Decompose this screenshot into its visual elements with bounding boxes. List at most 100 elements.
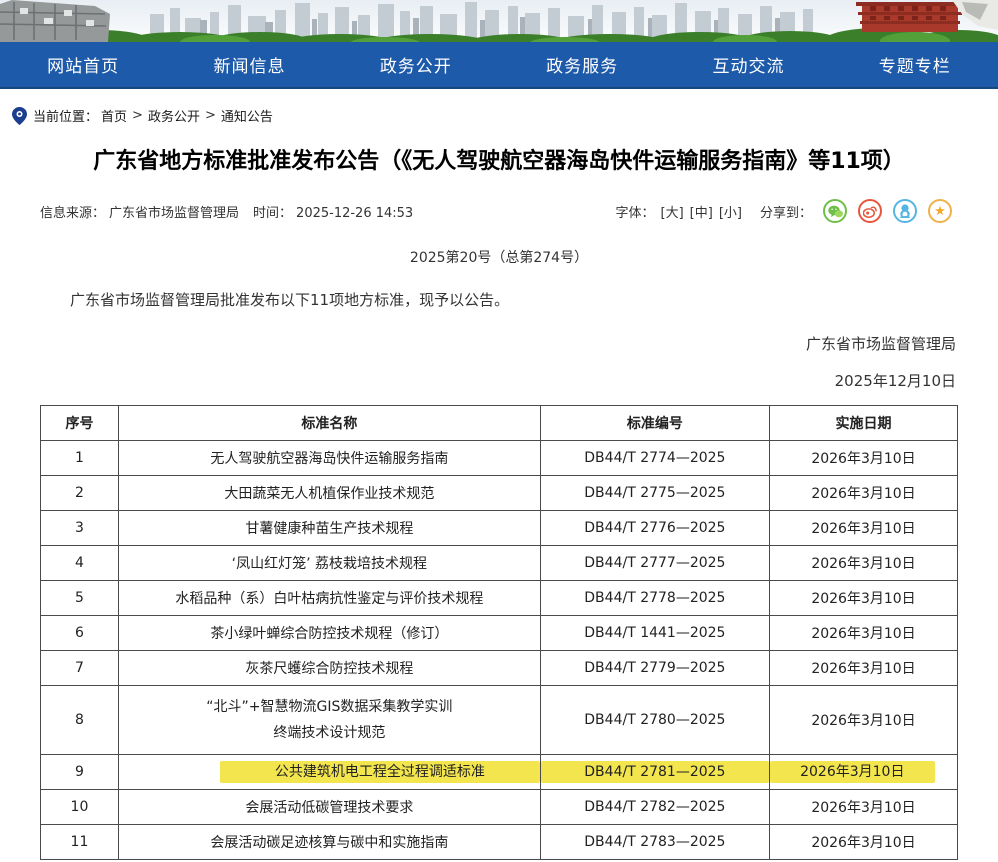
document-number: 2025第20号（总第274号） <box>40 247 958 267</box>
breadcrumb: 当前位置： 首页 > 政务公开 > 通知公告 <box>0 89 998 131</box>
table-row: 2 大田蔬菜无人机植保作业技术规范 DB44/T 2775—2025 2026年… <box>41 476 958 511</box>
nav-item-interaction[interactable]: 互动交流 <box>665 52 831 77</box>
cell-name: 水稻品种（系）白叶枯病抗性鉴定与评价技术规程 <box>118 581 540 616</box>
nav-item-special-topics[interactable]: 专题专栏 <box>832 52 998 77</box>
cell-name-line1: “北斗”+智慧物流GIS数据采集教学实训 <box>123 694 536 720</box>
cell-name: 茶小绿叶蝉综合防控技术规程（修订） <box>118 616 540 651</box>
wechat-glyph <box>828 205 843 218</box>
highlight-band: DB44/T 2781—2025 <box>541 761 769 783</box>
cell-code: DB44/T 2783—2025 <box>540 825 769 860</box>
cell-name: ‘凤山红灯笼’ 荔枝栽培技术规程 <box>118 546 540 581</box>
cell-date: 2026年3月10日 <box>770 546 958 581</box>
article: 广东省地方标准批准发布公告（《无人驾驶航空器海岛快件运输服务指南》等11项） 信… <box>0 147 998 862</box>
cell-date: 2026年3月10日 <box>770 581 958 616</box>
signature-date: 2025年12月10日 <box>40 370 958 391</box>
cell-name: 大田蔬菜无人机植保作业技术规范 <box>118 476 540 511</box>
cell-date: 2026年3月10日 <box>770 616 958 651</box>
font-size-large-button[interactable]: [大] <box>661 202 684 221</box>
cell-code: DB44/T 2776—2025 <box>540 511 769 546</box>
cell-date: 2026年3月10日 <box>770 790 958 825</box>
cell-no: 2 <box>41 476 119 511</box>
time-label: 时间： <box>253 206 292 221</box>
table-row: 4 ‘凤山红灯笼’ 荔枝栽培技术规程 DB44/T 2777—2025 2026… <box>41 546 958 581</box>
font-share-controls: 字体： [大] [中] [小] 分享到： <box>616 199 959 223</box>
cell-code: DB44/T 2782—2025 <box>540 790 769 825</box>
col-header-date: 实施日期 <box>770 406 958 441</box>
breadcrumb-label: 当前位置： <box>33 106 98 125</box>
signature-agency: 广东省市场监督管理局 <box>40 333 958 354</box>
cell-date: 2026年3月10日 <box>770 441 958 476</box>
qq-share-icon[interactable] <box>893 199 917 223</box>
highlight-band: 公共建筑机电工程全过程调适标准 <box>220 761 540 783</box>
city-skyline-graphic <box>0 0 998 42</box>
cell-code: DB44/T 2775—2025 <box>540 476 769 511</box>
cell-date: 2026年3月10日 <box>770 476 958 511</box>
table-row: 7 灰茶尺蠖综合防控技术规程 DB44/T 2779—2025 2026年3月1… <box>41 651 958 686</box>
cell-code: DB44/T 2774—2025 <box>540 441 769 476</box>
source-label: 信息来源： <box>40 206 105 221</box>
cell-name: 无人驾驶航空器海岛快件运输服务指南 <box>118 441 540 476</box>
cell-name: “北斗”+智慧物流GIS数据采集教学实训 终端技术设计规范 <box>118 686 540 755</box>
standards-table: 序号 标准名称 标准编号 实施日期 1 无人驾驶航空器海岛快件运输服务指南 DB… <box>40 405 958 860</box>
qzone-share-icon[interactable]: ★ <box>928 199 952 223</box>
cell-no: 10 <box>41 790 119 825</box>
cell-name: 公共建筑机电工程全过程调适标准 <box>118 755 540 790</box>
cell-no: 8 <box>41 686 119 755</box>
font-size-medium-button[interactable]: [中] <box>690 202 713 221</box>
page-title: 广东省地方标准批准发布公告（《无人驾驶航空器海岛快件运输服务指南》等11项） <box>40 147 958 177</box>
source-value: 广东省市场监督管理局 <box>109 206 239 221</box>
table-row: 10 会展活动低碳管理技术要求 DB44/T 2782—2025 2026年3月… <box>41 790 958 825</box>
breadcrumb-home[interactable]: 首页 <box>101 106 127 125</box>
font-size-small-button[interactable]: [小] <box>719 202 742 221</box>
main-nav: 网站首页 新闻信息 政务公开 政务服务 互动交流 专题专栏 <box>0 42 998 89</box>
breadcrumb-gov-disclosure[interactable]: 政务公开 <box>148 106 200 125</box>
col-header-name: 标准名称 <box>118 406 540 441</box>
col-header-no: 序号 <box>41 406 119 441</box>
nav-item-gov-services[interactable]: 政务服务 <box>499 52 665 77</box>
nav-item-news[interactable]: 新闻信息 <box>166 52 332 77</box>
header-banner-image <box>0 0 998 42</box>
nav-item-gov-disclosure[interactable]: 政务公开 <box>333 52 499 77</box>
table-row-highlighted: 9 公共建筑机电工程全过程调适标准 DB44/T 2781—2025 2026年… <box>41 755 958 790</box>
wechat-share-icon[interactable] <box>823 199 847 223</box>
cell-date: 2026年3月10日 <box>770 755 958 790</box>
cell-no: 5 <box>41 581 119 616</box>
breadcrumb-separator: > <box>132 108 143 123</box>
cell-name: 会展活动碳足迹核算与碳中和实施指南 <box>118 825 540 860</box>
cell-date: 2026年3月10日 <box>770 825 958 860</box>
cell-code: DB44/T 2777—2025 <box>540 546 769 581</box>
cell-name: 灰茶尺蠖综合防控技术规程 <box>118 651 540 686</box>
breadcrumb-separator: > <box>205 108 216 123</box>
nav-item-home[interactable]: 网站首页 <box>0 52 166 77</box>
share-label: 分享到： <box>760 202 812 221</box>
cell-no: 1 <box>41 441 119 476</box>
table-row: 11 会展活动碳足迹核算与碳中和实施指南 DB44/T 2783—2025 20… <box>41 825 958 860</box>
weibo-share-icon[interactable] <box>858 199 882 223</box>
cell-code: DB44/T 2779—2025 <box>540 651 769 686</box>
table-row: 5 水稻品种（系）白叶枯病抗性鉴定与评价技术规程 DB44/T 2778—202… <box>41 581 958 616</box>
cell-no: 4 <box>41 546 119 581</box>
cell-no: 9 <box>41 755 119 790</box>
table-row: 6 茶小绿叶蝉综合防控技术规程（修订） DB44/T 1441—2025 202… <box>41 616 958 651</box>
location-pin-icon <box>12 107 27 125</box>
time-value: 2025-12-26 14:53 <box>296 206 413 221</box>
col-header-code: 标准编号 <box>540 406 769 441</box>
cell-name-line2: 终端技术设计规范 <box>123 720 536 746</box>
cell-code: DB44/T 2780—2025 <box>540 686 769 755</box>
breadcrumb-notices[interactable]: 通知公告 <box>221 106 273 125</box>
font-size-label: 字体： <box>616 202 655 221</box>
page: 网站首页 新闻信息 政务公开 政务服务 互动交流 专题专栏 当前位置： 首页 >… <box>0 0 998 862</box>
cell-no: 3 <box>41 511 119 546</box>
cell-no: 11 <box>41 825 119 860</box>
article-meta: 信息来源： 广东省市场监督管理局时间： 2025-12-26 14:53 字体： [… <box>40 199 958 223</box>
cell-no: 7 <box>41 651 119 686</box>
table-row: 1 无人驾驶航空器海岛快件运输服务指南 DB44/T 2774—2025 202… <box>41 441 958 476</box>
announcement-body: 广东省市场监督管理局批准发布以下11项地方标准，现予以公告。 <box>40 289 958 311</box>
article-source-time: 信息来源： 广东省市场监督管理局时间： 2025-12-26 14:53 <box>40 202 417 221</box>
cell-code: DB44/T 1441—2025 <box>540 616 769 651</box>
cell-name: 甘薯健康种苗生产技术规程 <box>118 511 540 546</box>
cell-code: DB44/T 2778—2025 <box>540 581 769 616</box>
weibo-glyph <box>863 205 877 218</box>
highlight-band: 2026年3月10日 <box>770 761 935 783</box>
cell-date: 2026年3月10日 <box>770 686 958 755</box>
